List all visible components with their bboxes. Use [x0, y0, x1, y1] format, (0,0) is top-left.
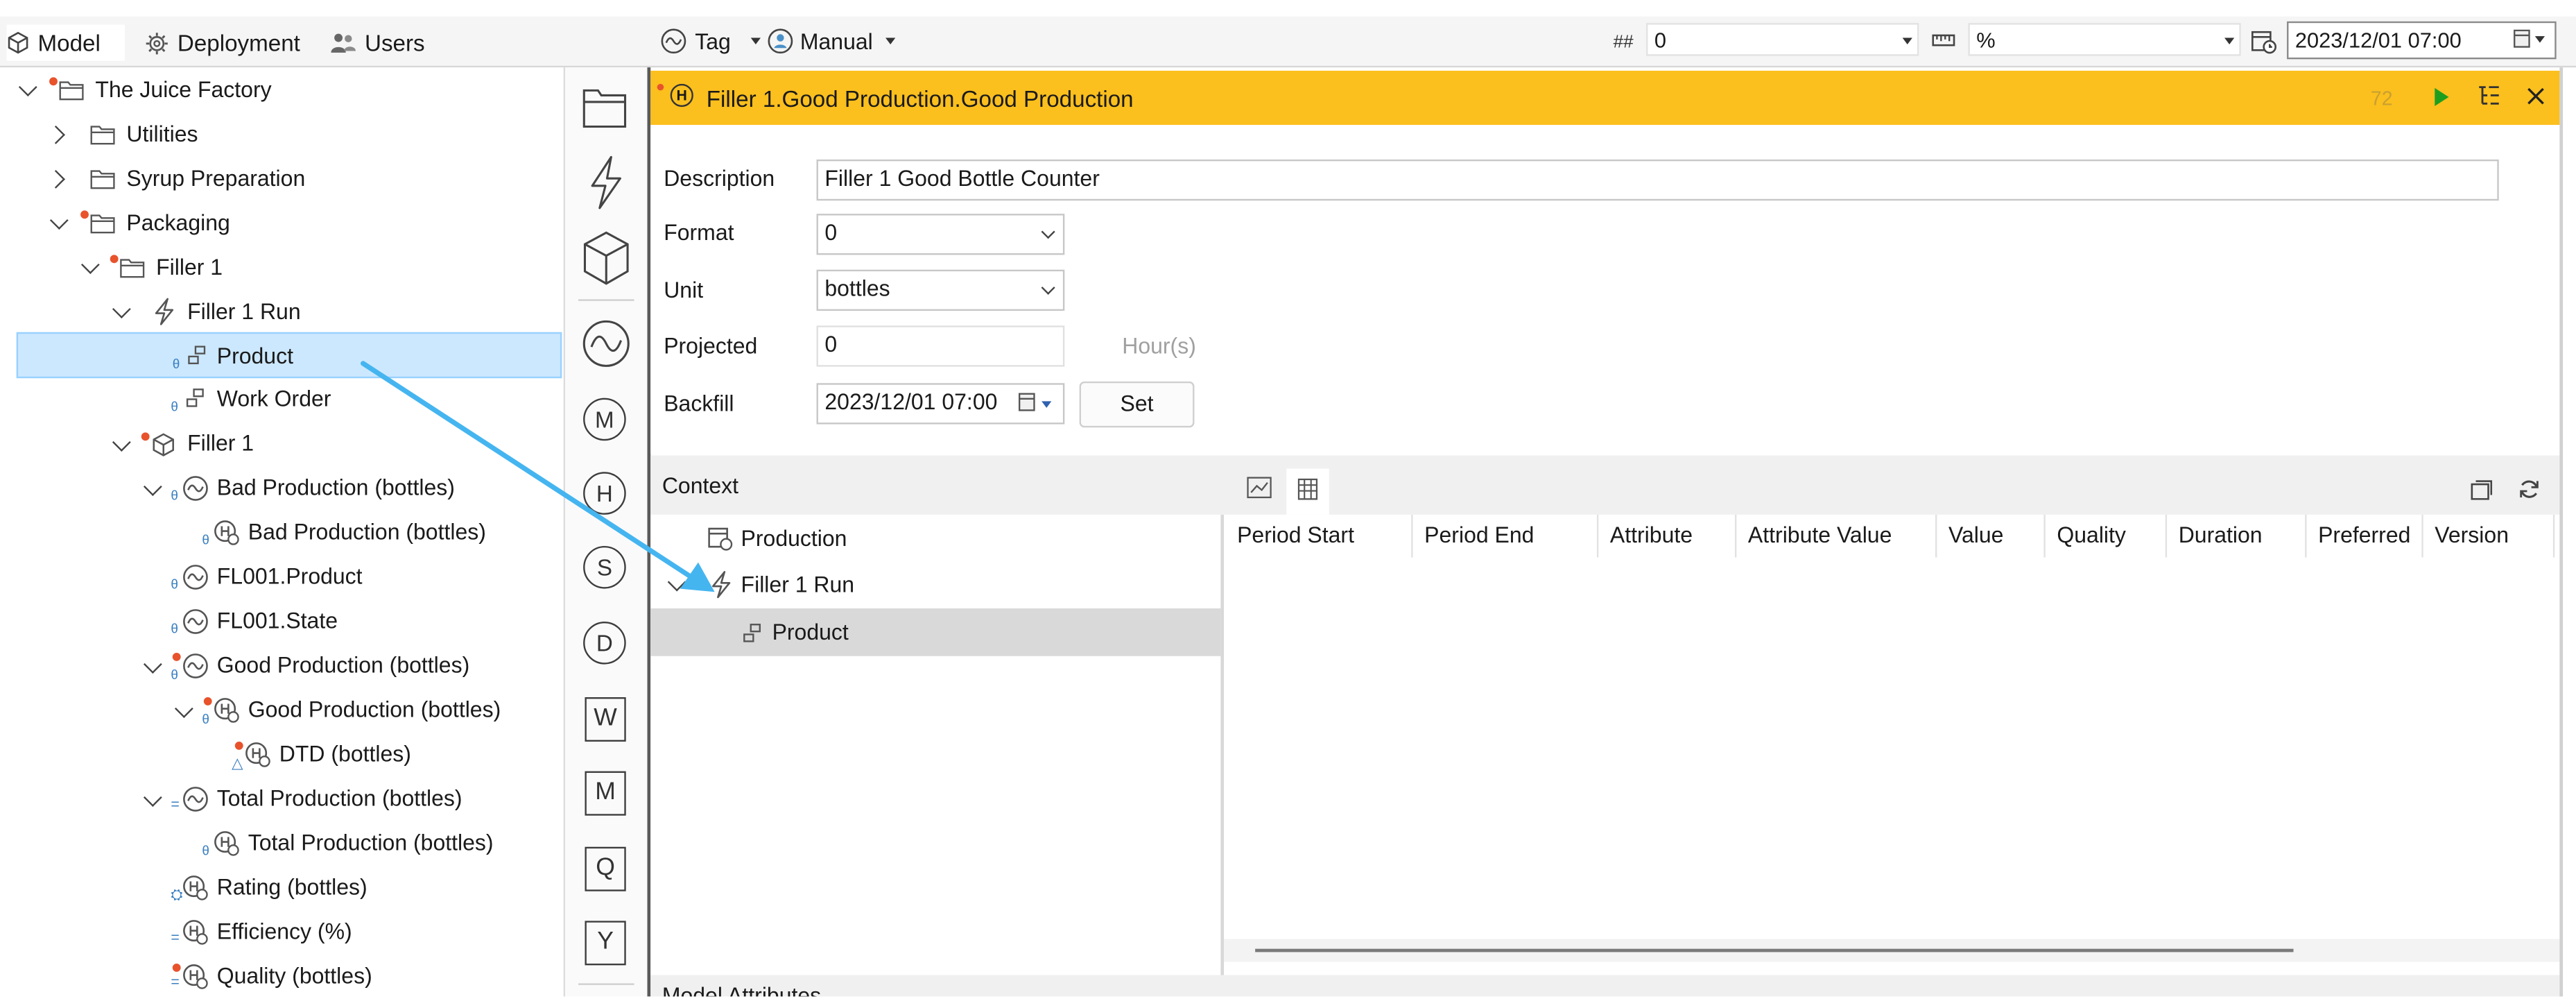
- drag-arrow-icon: [361, 361, 715, 592]
